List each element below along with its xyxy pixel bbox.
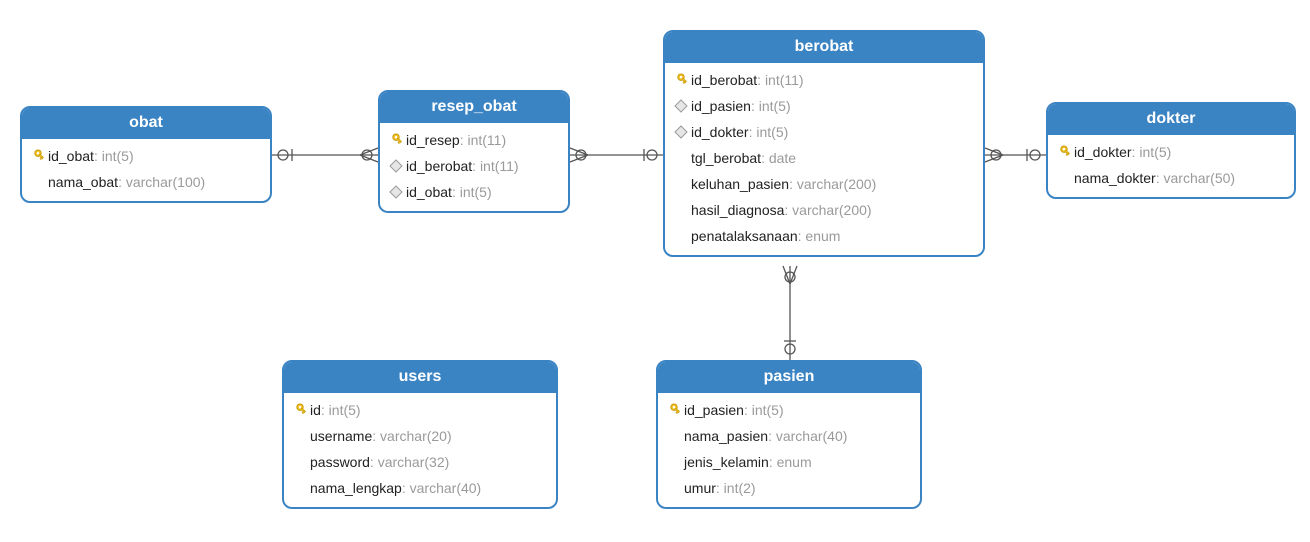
key-icon <box>1054 144 1074 160</box>
column-name: nama_lengkap <box>310 477 402 499</box>
column-name: id_berobat <box>406 155 472 177</box>
column-type: : varchar(100) <box>118 171 205 193</box>
column-type: : int(5) <box>751 95 791 117</box>
column-type: : int(5) <box>744 399 784 421</box>
diamond-icon <box>386 159 406 173</box>
column-name: id_pasien <box>684 399 744 421</box>
column-row: password: varchar(32) <box>284 449 556 475</box>
entity-header: obat <box>22 108 270 139</box>
rel-berobat-dokter <box>985 148 1046 162</box>
column-row: id_berobat: int(11) <box>380 153 568 179</box>
column-name: id <box>310 399 321 421</box>
entity-users[interactable]: users id: int(5)username: varchar(20)pas… <box>282 360 558 509</box>
column-name: id_obat <box>406 181 452 203</box>
entity-body: id_resep: int(11)id_berobat: int(11)id_o… <box>380 123 568 211</box>
key-icon <box>28 148 48 164</box>
entity-header: users <box>284 362 556 393</box>
column-type: : int(2) <box>716 477 756 499</box>
column-name: nama_obat <box>48 171 118 193</box>
column-type: : varchar(200) <box>789 173 876 195</box>
entity-obat[interactable]: obat id_obat: int(5)nama_obat: varchar(1… <box>20 106 272 203</box>
entity-header: berobat <box>665 32 983 63</box>
column-name: hasil_diagnosa <box>691 199 784 221</box>
column-type: : int(11) <box>757 69 803 91</box>
column-type: : int(5) <box>749 121 789 143</box>
column-name: id_dokter <box>691 121 749 143</box>
column-row: id_dokter: int(5) <box>1048 139 1294 165</box>
column-name: id_pasien <box>691 95 751 117</box>
column-row: keluhan_pasien: varchar(200) <box>665 171 983 197</box>
column-type: : int(11) <box>460 129 506 151</box>
entity-berobat[interactable]: berobat id_berobat: int(11)id_pasien: in… <box>663 30 985 257</box>
column-name: umur <box>684 477 716 499</box>
entity-header: resep_obat <box>380 92 568 123</box>
key-icon <box>671 72 691 88</box>
column-row: hasil_diagnosa: varchar(200) <box>665 197 983 223</box>
column-type: : int(5) <box>94 145 134 167</box>
entity-body: id_berobat: int(11)id_pasien: int(5)id_d… <box>665 63 983 255</box>
column-type: : int(5) <box>1132 141 1172 163</box>
entity-body: id_pasien: int(5)nama_pasien: varchar(40… <box>658 393 920 507</box>
rel-resepobat-berobat <box>570 148 663 162</box>
rel-obat-resepobat <box>272 148 378 162</box>
entity-header: pasien <box>658 362 920 393</box>
column-type: : varchar(20) <box>372 425 451 447</box>
column-row: username: varchar(20) <box>284 423 556 449</box>
key-icon <box>386 132 406 148</box>
column-type: : varchar(32) <box>370 451 449 473</box>
column-name: tgl_berobat <box>691 147 761 169</box>
entity-resep-obat[interactable]: resep_obat id_resep: int(11)id_berobat: … <box>378 90 570 213</box>
column-type: : int(5) <box>452 181 492 203</box>
column-name: penatalaksanaan <box>691 225 798 247</box>
entity-dokter[interactable]: dokter id_dokter: int(5)nama_dokter: var… <box>1046 102 1296 199</box>
column-row: nama_dokter: varchar(50) <box>1048 165 1294 191</box>
column-row: id_berobat: int(11) <box>665 67 983 93</box>
column-name: nama_pasien <box>684 425 768 447</box>
column-type: : enum <box>769 451 812 473</box>
entity-header: dokter <box>1048 104 1294 135</box>
column-row: penatalaksanaan: enum <box>665 223 983 249</box>
column-row: umur: int(2) <box>658 475 920 501</box>
column-name: username <box>310 425 372 447</box>
column-row: nama_pasien: varchar(40) <box>658 423 920 449</box>
column-row: id_resep: int(11) <box>380 127 568 153</box>
column-name: keluhan_pasien <box>691 173 789 195</box>
column-name: nama_dokter <box>1074 167 1156 189</box>
column-type: : int(5) <box>321 399 361 421</box>
diamond-icon <box>671 99 691 113</box>
column-row: id_pasien: int(5) <box>658 397 920 423</box>
column-type: : varchar(50) <box>1156 167 1235 189</box>
rel-berobat-pasien <box>783 266 797 360</box>
column-name: jenis_kelamin <box>684 451 769 473</box>
column-row: id_dokter: int(5) <box>665 119 983 145</box>
entity-body: id: int(5)username: varchar(20)password:… <box>284 393 556 507</box>
column-row: tgl_berobat: date <box>665 145 983 171</box>
column-name: id_berobat <box>691 69 757 91</box>
column-type: : varchar(40) <box>768 425 847 447</box>
key-icon <box>290 402 310 418</box>
column-name: id_dokter <box>1074 141 1132 163</box>
column-row: nama_obat: varchar(100) <box>22 169 270 195</box>
column-name: id_obat <box>48 145 94 167</box>
relationship-lines <box>0 0 1310 542</box>
column-type: : date <box>761 147 796 169</box>
key-icon <box>664 402 684 418</box>
column-row: nama_lengkap: varchar(40) <box>284 475 556 501</box>
column-row: id_pasien: int(5) <box>665 93 983 119</box>
column-row: id_obat: int(5) <box>380 179 568 205</box>
entity-body: id_dokter: int(5)nama_dokter: varchar(50… <box>1048 135 1294 197</box>
diamond-icon <box>386 185 406 199</box>
column-type: : varchar(200) <box>784 199 871 221</box>
column-type: : varchar(40) <box>402 477 481 499</box>
column-name: password <box>310 451 370 473</box>
column-row: id_obat: int(5) <box>22 143 270 169</box>
column-row: id: int(5) <box>284 397 556 423</box>
entity-pasien[interactable]: pasien id_pasien: int(5)nama_pasien: var… <box>656 360 922 509</box>
column-row: jenis_kelamin: enum <box>658 449 920 475</box>
column-name: id_resep <box>406 129 460 151</box>
column-type: : enum <box>798 225 841 247</box>
column-type: : int(11) <box>472 155 518 177</box>
entity-body: id_obat: int(5)nama_obat: varchar(100) <box>22 139 270 201</box>
diamond-icon <box>671 125 691 139</box>
